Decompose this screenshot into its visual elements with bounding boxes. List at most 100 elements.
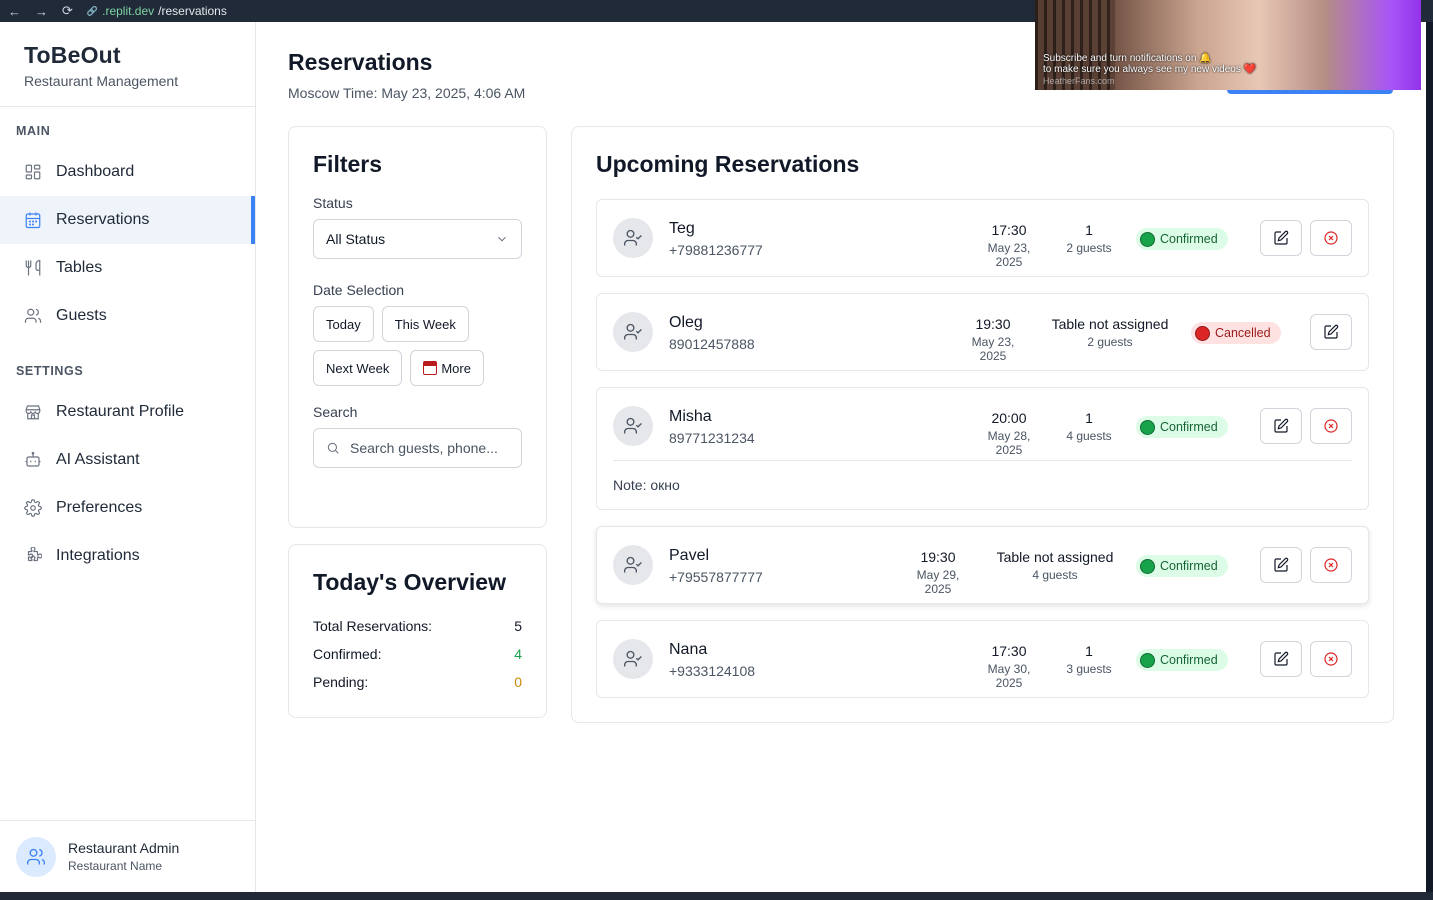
user-role: Restaurant Name: [68, 859, 163, 873]
status-dot-icon: [1140, 231, 1155, 247]
url-bar[interactable]: 🔗 .replit.dev/reservations: [87, 4, 227, 18]
user-profile[interactable]: Restaurant Admin Restaurant Name: [0, 820, 255, 892]
time-value: 19:30: [920, 549, 956, 565]
guest-name: Nana: [669, 641, 708, 658]
caption-line: to make sure you always see my new video…: [1043, 64, 1257, 75]
reservation-time: 19:30 May 29, 2025: [902, 549, 974, 596]
user-name: Restaurant Admin: [68, 840, 180, 856]
users-icon: [24, 308, 42, 323]
search-box[interactable]: [313, 428, 522, 468]
cancel-reservation-button[interactable]: [1310, 408, 1352, 444]
edit-button[interactable]: [1260, 547, 1302, 583]
table-value: 1: [1085, 643, 1093, 659]
reservation-item[interactable]: Misha 89771231234 20:00 May 28, 2025 1 4…: [596, 387, 1369, 510]
overview-row-total: Total Reservations: 5: [313, 612, 522, 640]
status-select[interactable]: All Status: [313, 219, 522, 259]
avatar: [16, 836, 56, 877]
time-value: 19:30: [975, 316, 1011, 332]
overview-value: 4: [514, 646, 522, 662]
edit-button[interactable]: [1310, 314, 1352, 350]
cancel-reservation-button[interactable]: [1310, 641, 1352, 677]
time-value: 17:30: [991, 222, 1027, 238]
video-caption: Subscribe and turn notifications on 🔔 to…: [1043, 53, 1256, 75]
overview-label: Confirmed:: [313, 646, 382, 662]
date-selection-label: Date Selection: [313, 282, 405, 298]
reservation-time: 17:30 May 30, 2025: [973, 643, 1045, 690]
reservations-title: Upcoming Reservations: [596, 151, 860, 177]
edit-button[interactable]: [1260, 408, 1302, 444]
overview-label: Total Reservations:: [313, 618, 433, 634]
table-value: Table not assigned: [996, 549, 1114, 565]
reservation-table: 1 4 guests: [1063, 410, 1115, 443]
sidebar-item-restaurant-profile[interactable]: Restaurant Profile: [0, 388, 255, 436]
search-input[interactable]: [350, 440, 510, 456]
date-today-button[interactable]: Today: [313, 306, 374, 342]
cancel-reservation-button[interactable]: [1310, 547, 1352, 583]
time-value: 20:00: [991, 410, 1027, 426]
reload-icon[interactable]: ⟳: [62, 3, 73, 19]
sidebar-item-label: Reservations: [56, 211, 150, 228]
utensils-icon: [25, 259, 41, 276]
sidebar-item-label: Guests: [56, 307, 107, 324]
status-dot-icon: [1195, 325, 1210, 341]
video-overlay[interactable]: Subscribe and turn notifications on 🔔 to…: [1035, 0, 1421, 90]
edit-button[interactable]: [1260, 641, 1302, 677]
date-value: May 23, 2025: [987, 241, 1031, 269]
status-dot-icon: [1140, 419, 1155, 435]
overview-value: 0: [514, 674, 522, 690]
time-value: 17:30: [991, 643, 1027, 659]
guest-name: Teg: [669, 220, 695, 237]
edit-icon: [1324, 324, 1339, 339]
reservation-item[interactable]: Teg +79881236777 17:30 May 23, 2025 1 2 …: [596, 199, 1369, 277]
forward-arrow-icon[interactable]: →: [35, 4, 48, 19]
guest-phone: +9333124108: [669, 663, 756, 679]
app-window: ToBeOut Restaurant Management MAIN Dashb…: [0, 22, 1426, 892]
reservation-item[interactable]: Nana +9333124108 17:30 May 30, 2025 1 3 …: [596, 620, 1369, 698]
calendar-icon: [25, 212, 41, 229]
cancel-reservation-button[interactable]: [1310, 220, 1352, 256]
sidebar-item-guests[interactable]: Guests: [0, 292, 255, 340]
moscow-time: Moscow Time: May 23, 2025, 4:06 AM: [288, 85, 526, 101]
status-badge: Confirmed: [1136, 555, 1228, 577]
sidebar-item-integrations[interactable]: Integrations: [0, 532, 255, 580]
puzzle-icon: [27, 547, 42, 562]
reservation-item[interactable]: Oleg 89012457888 19:30 May 23, 2025 Tabl…: [596, 293, 1369, 371]
status-badge: Cancelled: [1191, 322, 1281, 344]
date-more-button[interactable]: More: [410, 350, 484, 386]
sidebar-item-ai-assistant[interactable]: AI Assistant: [0, 436, 255, 484]
x-circle-icon: [1324, 419, 1338, 433]
x-circle-icon: [1324, 652, 1338, 666]
brand: ToBeOut Restaurant Management: [0, 22, 255, 107]
date-this-week-button[interactable]: This Week: [381, 306, 469, 342]
sidebar-item-preferences[interactable]: Preferences: [0, 484, 255, 532]
status-label: Status: [313, 195, 353, 211]
guest-phone: 89771231234: [669, 430, 755, 446]
filters-title: Filters: [313, 151, 383, 177]
date-next-week-button[interactable]: Next Week: [313, 350, 403, 386]
reservation-item[interactable]: Pavel +79557877777 19:30 May 29, 2025 Ta…: [596, 526, 1369, 604]
guest-phone: +79881236777: [669, 242, 763, 258]
todays-overview-card: Today's Overview Total Reservations: 5 C…: [288, 544, 547, 718]
reservation-time: 17:30 May 23, 2025: [973, 222, 1045, 269]
sidebar-item-tables[interactable]: Tables: [0, 244, 255, 292]
edit-icon: [1274, 230, 1289, 245]
reservation-table: 1 3 guests: [1063, 643, 1115, 676]
date-value: May 29, 2025: [916, 568, 960, 596]
upcoming-reservations-card: Upcoming Reservations Teg +79881236777 1…: [571, 126, 1394, 723]
brand-subtitle: Restaurant Management: [24, 73, 179, 89]
status-text: Confirmed: [1160, 559, 1218, 573]
gear-icon: [24, 499, 42, 517]
back-arrow-icon[interactable]: ←: [8, 4, 21, 19]
reservation-table: Table not assigned 4 guests: [992, 549, 1118, 582]
guests-value: 3 guests: [1066, 662, 1112, 676]
sidebar-item-reservations[interactable]: Reservations: [0, 196, 255, 244]
edit-icon: [1274, 557, 1289, 572]
sidebar-item-label: Dashboard: [56, 163, 135, 180]
date-value: May 30, 2025: [987, 662, 1031, 690]
sidebar-item-dashboard[interactable]: Dashboard: [0, 148, 255, 196]
guest-name: Oleg: [669, 314, 703, 331]
edit-button[interactable]: [1260, 220, 1302, 256]
status-text: Confirmed: [1160, 653, 1218, 667]
sidebar-item-label: AI Assistant: [56, 451, 140, 468]
overview-label: Pending:: [313, 674, 369, 690]
